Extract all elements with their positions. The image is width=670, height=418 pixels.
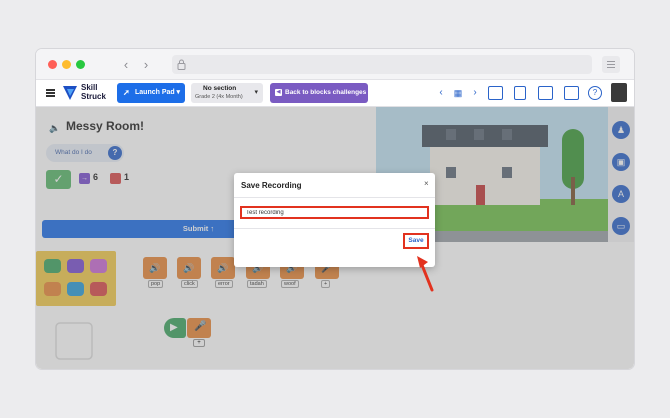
save-button[interactable]: Save (403, 233, 429, 249)
skill-struck-logo-icon (63, 86, 77, 100)
divider (234, 197, 435, 198)
minimize-window-button[interactable] (62, 60, 71, 69)
section-select[interactable]: No section Grade 2 (4x Month) ▾ (191, 83, 263, 103)
launch-pad-label: Launch Pad (135, 89, 175, 96)
launch-pad-button[interactable]: ➚ Launch Pad ▾ (117, 83, 185, 103)
address-bar[interactable] (172, 55, 592, 74)
divider (234, 228, 435, 229)
chevron-left-icon[interactable]: ‹ (436, 84, 446, 102)
logo-line1: Skill (81, 83, 98, 92)
grid-icon[interactable]: ▦ (452, 84, 464, 102)
back-to-blocks-label: Back to blocks challenges (285, 89, 367, 96)
chevron-right-icon[interactable]: › (470, 84, 480, 102)
chevron-down-icon: ▾ (176, 89, 180, 96)
forward-icon[interactable]: › (137, 56, 155, 73)
back-to-blocks-button[interactable]: ◀ Back to blocks challenges (270, 83, 368, 103)
help-icon[interactable]: ? (588, 86, 602, 100)
pointer-arrow-icon (417, 256, 434, 292)
section-subtitle: Grade 2 (4x Month) (195, 94, 243, 100)
hamburger-menu-icon[interactable] (46, 89, 55, 97)
monitor-icon[interactable] (564, 86, 579, 100)
notebook-icon[interactable] (514, 86, 526, 100)
browser-toolbar: ‹ › (36, 49, 634, 80)
book-icon[interactable] (488, 86, 503, 100)
back-arrow-icon: ◀ (275, 89, 282, 96)
section-title: No section (203, 85, 237, 92)
rocket-icon: ➚ (123, 88, 130, 97)
maximize-window-button[interactable] (76, 60, 85, 69)
save-recording-dialog: Save Recording × Save (234, 173, 435, 267)
logo-text: Skill Struck (81, 83, 106, 101)
logo-line2: Struck (81, 92, 106, 101)
dialog-title: Save Recording (241, 181, 302, 190)
avatar[interactable] (611, 83, 627, 102)
close-window-button[interactable] (48, 60, 57, 69)
open-book-icon[interactable] (538, 86, 553, 100)
browser-menu-icon[interactable] (602, 56, 620, 73)
close-icon[interactable]: × (424, 179, 429, 188)
back-icon[interactable]: ‹ (117, 56, 135, 73)
recording-name-input[interactable] (240, 206, 429, 219)
challenge-content: 🔈 Messy Room! What do I do ? ✓ → 6 1 Sub… (36, 107, 634, 369)
lock-icon (177, 59, 186, 70)
app-header: Skill Struck ➚ Launch Pad ▾ No section G… (36, 80, 634, 107)
browser-window: ‹ › Skill Struck ➚ Launch Pad ▾ No secti… (36, 49, 634, 369)
chevron-down-icon: ▾ (254, 89, 258, 96)
